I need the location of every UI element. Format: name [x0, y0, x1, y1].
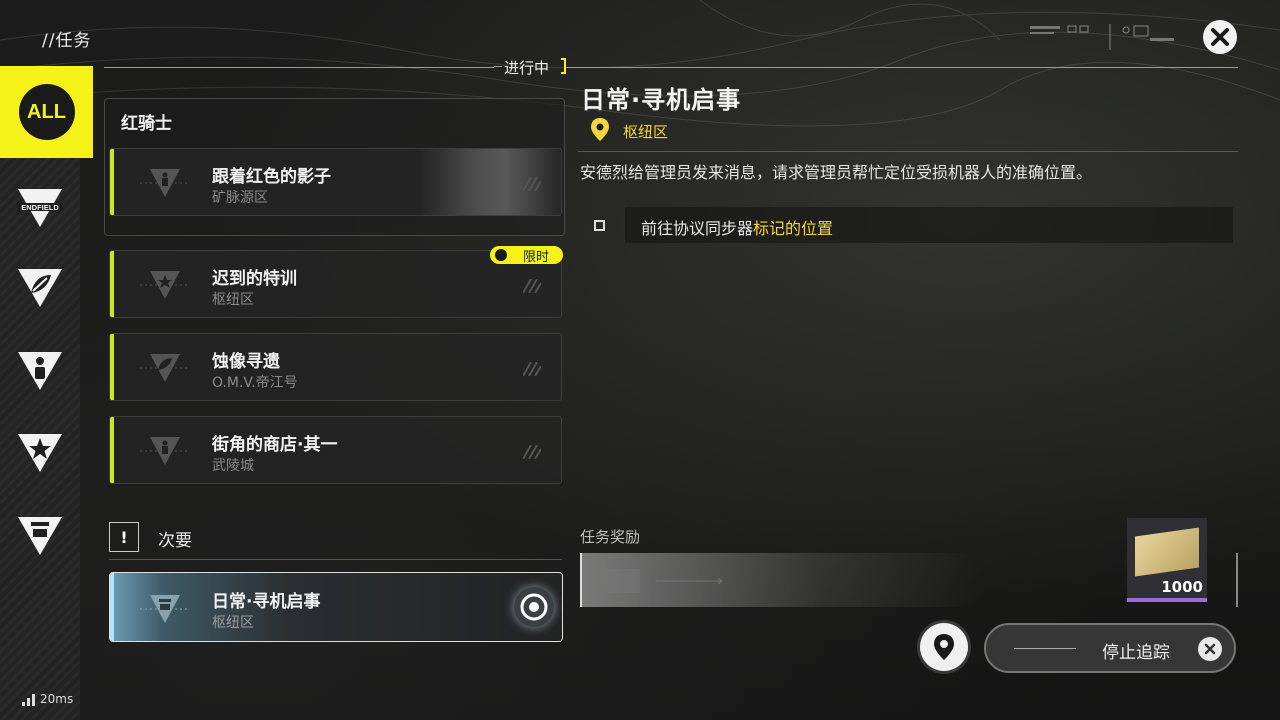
- objective-prefix: 前往协议同步器: [641, 219, 754, 238]
- reward-label: 任务奖励: [580, 528, 641, 546]
- quest-title: 蚀像寻遗: [212, 352, 280, 372]
- group-title: 红骑士: [121, 114, 172, 134]
- secondary-divider: [109, 559, 562, 560]
- sidebar-item-endfield[interactable]: ENDFIELD: [0, 166, 80, 246]
- stop-tracking-label: 停止追踪: [1102, 643, 1170, 663]
- star-emblem-icon: [140, 271, 190, 299]
- limited-time-badge: 限时: [490, 246, 563, 265]
- in-progress-label: 进行中: [504, 59, 550, 77]
- hud-decoration: [1030, 24, 1174, 50]
- building-emblem-icon: [140, 595, 190, 623]
- star-triangle-icon: [18, 434, 62, 472]
- secondary-icon: !: [109, 522, 139, 552]
- stripe-icon: [523, 445, 541, 459]
- sidebar-item-person[interactable]: [0, 329, 80, 409]
- limited-time-label: 限时: [522, 249, 549, 265]
- endfield-icon: ENDFIELD: [17, 189, 63, 227]
- quest-location: 武陵城: [212, 458, 254, 474]
- sidebar-item-all[interactable]: ALL: [0, 66, 93, 158]
- stripe-icon: [523, 279, 541, 293]
- quest-card[interactable]: 跟着红色的影子 矿脉源区: [109, 148, 562, 216]
- all-icon: ALL: [18, 84, 75, 140]
- header-line: [566, 67, 1238, 68]
- reward-bar-edge: [580, 553, 582, 607]
- objective-highlight: 标记的位置: [753, 219, 834, 238]
- map-pin-icon: [934, 634, 954, 660]
- ping-value: 20ms: [40, 692, 74, 706]
- stripe-icon: [523, 177, 541, 191]
- stripe-icon: [523, 362, 541, 376]
- svg-text:ENDFIELD: ENDFIELD: [21, 203, 59, 212]
- sidebar-item-leaf[interactable]: [0, 246, 80, 326]
- quest-location: 矿脉源区: [212, 190, 268, 206]
- tracking-target-button[interactable]: [514, 587, 554, 627]
- detail-location: 枢纽区: [623, 123, 669, 141]
- reward-bar: [580, 553, 980, 607]
- map-button[interactable]: [920, 623, 968, 671]
- close-button[interactable]: [1203, 20, 1237, 54]
- card-accent: [110, 251, 114, 317]
- detail-divider: [578, 151, 1238, 152]
- quest-location: 枢纽区: [212, 292, 254, 308]
- signal-icon: [22, 694, 35, 706]
- close-icon: [1198, 637, 1222, 661]
- cash-icon: [1135, 527, 1199, 577]
- in-progress-marker: [561, 58, 566, 74]
- reward-end-line: [1236, 553, 1238, 607]
- stop-tracking-button[interactable]: 停止追踪: [984, 623, 1236, 673]
- quest-title: 跟着红色的影子: [212, 167, 331, 187]
- quest-card[interactable]: 街角的商店·其一 武陵城: [109, 416, 562, 484]
- reward-item[interactable]: 1000: [1127, 518, 1207, 602]
- card-accent: [110, 149, 114, 215]
- leaf-triangle-icon: [18, 269, 62, 307]
- close-icon: [1211, 28, 1229, 46]
- button-line: [1014, 648, 1076, 649]
- detail-description: 安德烈给管理员发来消息，请求管理员帮忙定位受损机器人的准确位置。: [580, 163, 1093, 182]
- reward-quantity: 1000: [1161, 578, 1203, 596]
- person-emblem-icon: [140, 437, 190, 465]
- person-triangle-icon: [18, 352, 62, 390]
- objective-row: 前往协议同步器标记的位置: [625, 207, 1233, 243]
- quest-title: 迟到的特训: [212, 269, 297, 289]
- clock-icon: [495, 249, 507, 261]
- objective-text: 前往协议同步器标记的位置: [641, 215, 833, 239]
- breadcrumb: //任务: [42, 31, 92, 51]
- target-icon: [520, 593, 548, 621]
- building-triangle-icon: [18, 517, 62, 555]
- card-accent: [110, 334, 114, 400]
- box-icon: [604, 569, 723, 593]
- quest-card[interactable]: 蚀像寻遗 O.M.V.帝江号: [109, 333, 562, 401]
- quest-title: 日常·寻机启事: [212, 592, 321, 612]
- quest-location: 枢纽区: [212, 615, 254, 631]
- card-accent: [110, 573, 114, 641]
- objective-checkbox: [594, 220, 605, 231]
- card-accent: [110, 417, 114, 483]
- quest-title: 街角的商店·其一: [212, 435, 338, 455]
- secondary-label: 次要: [158, 531, 192, 551]
- divider-tail: [494, 66, 502, 67]
- sidebar-item-star[interactable]: [0, 411, 80, 491]
- person-emblem-icon: [140, 169, 190, 197]
- quest-location: O.M.V.帝江号: [212, 375, 298, 391]
- leaf-emblem-icon: [140, 354, 190, 382]
- detail-title: 日常·寻机启事: [581, 86, 742, 114]
- sidebar-item-building[interactable]: [0, 494, 80, 574]
- location-pin-icon: [591, 118, 609, 141]
- selected-quest-card[interactable]: 日常·寻机启事 枢纽区: [109, 572, 563, 642]
